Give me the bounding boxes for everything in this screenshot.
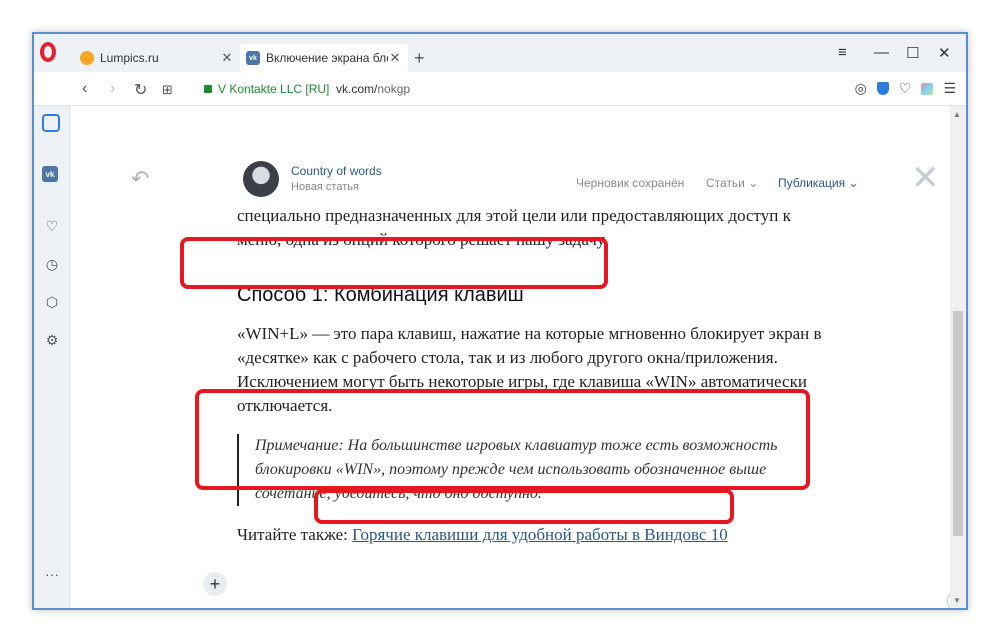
articles-menu-label: Статьи [706, 176, 745, 190]
draft-type-label: Новая статья [291, 181, 359, 193]
url-path: nokgp [377, 82, 411, 96]
lock-icon [204, 85, 212, 93]
link-highlight [314, 489, 734, 524]
forward-icon[interactable]: › [110, 80, 115, 98]
vk-favicon-icon: vk [246, 51, 260, 65]
scrollbar[interactable]: ▲ ▼ [950, 106, 966, 608]
extensions-cube-icon[interactable]: ⬡ [42, 292, 62, 312]
add-block-button[interactable]: + [203, 572, 227, 596]
read-also: Читайте также: Горячие клавиши для удобн… [237, 525, 728, 545]
history-clock-icon[interactable]: ◷ [42, 254, 62, 274]
address-bar-tools: ◎ ♡ ☰ [855, 80, 956, 97]
url-field[interactable]: vk.com/nokgp [336, 82, 410, 96]
home-icon[interactable] [42, 114, 60, 132]
scroll-down-icon[interactable]: ▼ [953, 596, 961, 605]
note-highlight [195, 389, 810, 490]
camera-icon[interactable]: ◎ [855, 80, 867, 97]
tab-title: Включение экрана блокир [266, 51, 388, 65]
save-status: Черновик сохранён [576, 176, 685, 190]
tab-close-icon[interactable]: ✕ [388, 50, 402, 66]
close-window-icon[interactable]: ✕ [938, 44, 951, 62]
publish-menu-label: Публикация [778, 176, 846, 190]
minimize-icon[interactable]: — [874, 44, 889, 61]
publish-menu[interactable]: Публикация ⌄ [778, 176, 858, 190]
maximize-icon[interactable]: ☐ [906, 44, 919, 62]
read-also-link[interactable]: Горячие клавиши для удобной работы в Вин… [352, 525, 728, 544]
reload-icon[interactable]: ↻ [134, 80, 147, 100]
vpn-shield-icon[interactable] [876, 82, 889, 95]
read-also-label: Читайте также: [237, 525, 348, 544]
tab-bar: Lumpics.ru ✕ vk Включение экрана блокир … [34, 34, 966, 72]
close-editor-icon[interactable]: ✕ [911, 158, 940, 198]
heart-icon[interactable]: ♡ [899, 80, 912, 97]
heading-highlight [180, 237, 608, 289]
articles-menu[interactable]: Статьи ⌄ [706, 176, 758, 190]
tab-title: Lumpics.ru [100, 51, 159, 65]
author-name[interactable]: Country of words [291, 164, 382, 178]
security-badge[interactable]: V Kontakte LLC [RU] [204, 82, 329, 96]
tab-menu-icon[interactable]: ≡ [838, 44, 847, 61]
url-host: vk.com/ [336, 82, 378, 96]
bookmarks-heart-icon[interactable]: ♡ [42, 216, 62, 236]
new-tab-button[interactable]: + [414, 48, 425, 69]
editor-page: ↶ Country of words Новая статья Черновик… [71, 106, 966, 608]
sidebar: vk ♡ ◷ ⬡ ⚙ ··· [34, 106, 70, 608]
tab-close-icon[interactable]: ✕ [220, 50, 234, 66]
extension-icon[interactable] [921, 82, 934, 95]
lumpics-favicon-icon [80, 51, 94, 65]
tab-lumpics[interactable]: Lumpics.ru ✕ [74, 44, 240, 72]
tab-vk-article[interactable]: vk Включение экрана блокир ✕ [240, 44, 408, 72]
back-icon[interactable]: ‹ [82, 80, 87, 98]
easy-setup-icon[interactable]: ☰ [943, 80, 956, 97]
undo-icon[interactable]: ↶ [131, 166, 149, 192]
opera-menu-icon[interactable] [40, 42, 56, 62]
vk-sidebar-icon[interactable]: vk [42, 166, 58, 182]
speed-dial-icon[interactable]: ⊞ [162, 82, 173, 98]
avatar[interactable] [243, 161, 279, 197]
more-icon[interactable]: ··· [42, 564, 62, 584]
security-label: V Kontakte LLC [RU] [218, 82, 330, 96]
settings-gear-icon[interactable]: ⚙ [42, 330, 62, 350]
scroll-thumb[interactable] [953, 311, 963, 536]
scroll-up-icon[interactable]: ▲ [953, 110, 961, 119]
address-bar: ‹ › ↻ ⊞ V Kontakte LLC [RU] vk.com/nokgp… [34, 72, 966, 106]
